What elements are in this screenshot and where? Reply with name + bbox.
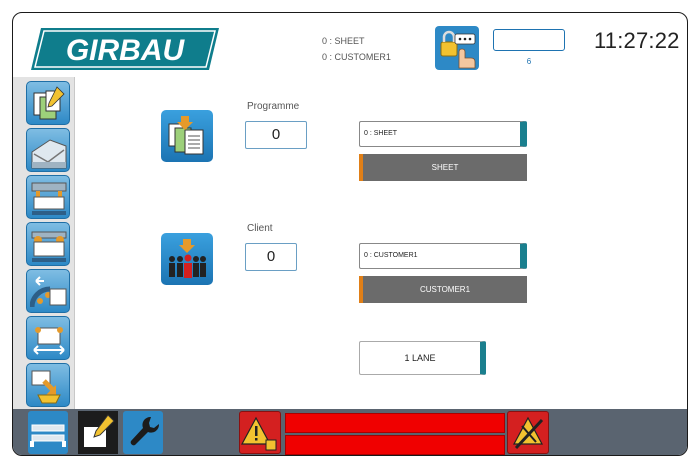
- machine-view-button[interactable]: [28, 411, 68, 454]
- sidebar-item-clamps[interactable]: [26, 175, 70, 219]
- sidebar-item-programs[interactable]: [26, 81, 70, 125]
- sidebar-item-output[interactable]: [26, 363, 70, 407]
- wrench-icon: [130, 416, 160, 446]
- current-program-text: 0 : SHEET: [322, 36, 365, 46]
- edit-button[interactable]: [78, 411, 118, 454]
- left-toolbar: [13, 77, 75, 409]
- transfer-icon: [30, 276, 67, 308]
- alarm-line-1: [285, 413, 505, 433]
- brand-text: GIRBAU: [66, 34, 186, 67]
- programs-icon: [33, 86, 65, 120]
- bottom-toolbar: [13, 409, 687, 455]
- output-icon: [31, 370, 61, 404]
- lock-keypad-icon: [440, 30, 476, 69]
- lane-mode-button[interactable]: 1 LANE: [359, 341, 486, 375]
- counter-value: 6: [526, 57, 532, 66]
- alarm-mute-icon: [512, 416, 544, 450]
- machine-icon: [30, 424, 66, 447]
- clock: 11:27:22: [594, 28, 680, 53]
- client-select[interactable]: 0 : CUSTOMER1: [359, 243, 527, 269]
- sidebar-item-feeder[interactable]: [26, 128, 70, 172]
- sidebar-item-transfer[interactable]: [26, 269, 70, 313]
- current-client-text: 0 : CUSTOMER1: [322, 52, 391, 62]
- program-name-button[interactable]: SHEET: [359, 154, 527, 181]
- stretch-icon: [33, 327, 65, 355]
- warning-triangle-icon: [240, 416, 277, 451]
- girbau-logo: GIRBAU: [31, 28, 219, 70]
- program-selection-button[interactable]: [161, 110, 213, 162]
- spreading-icon: [31, 231, 67, 262]
- customers-group-icon: [169, 239, 206, 278]
- client-name-button[interactable]: CUSTOMER1: [359, 276, 527, 303]
- sidebar-item-spreading[interactable]: [26, 222, 70, 266]
- client-number-field[interactable]: 0: [245, 243, 297, 271]
- edit-pencil-icon: [78, 411, 118, 454]
- program-number-field[interactable]: 0: [245, 121, 307, 149]
- program-select[interactable]: 0 : SHEET: [359, 121, 527, 147]
- current-selection-info: 0 : SHEET 0 : CUSTOMER1: [322, 33, 391, 65]
- alarm-line-2: [285, 435, 505, 455]
- clamps-icon: [31, 182, 67, 215]
- alarm-reset-button[interactable]: [507, 411, 549, 454]
- sidebar-item-stretch[interactable]: [26, 316, 70, 360]
- client-label: Client: [247, 223, 273, 234]
- alarm-warning-button[interactable]: [239, 411, 281, 454]
- feeder-icon: [31, 139, 67, 169]
- machine-screen: GIRBAU 0 : SHEET 0 : CUSTOMER1 6 11:27:2…: [12, 12, 688, 456]
- alarm-message-bar: [285, 411, 505, 455]
- counter-display[interactable]: [493, 29, 565, 51]
- client-selection-button[interactable]: [161, 233, 213, 285]
- settings-button[interactable]: [123, 411, 163, 454]
- access-lock-button[interactable]: [435, 26, 479, 70]
- program-label: Programme: [247, 101, 300, 112]
- program-documents-icon: [168, 116, 204, 155]
